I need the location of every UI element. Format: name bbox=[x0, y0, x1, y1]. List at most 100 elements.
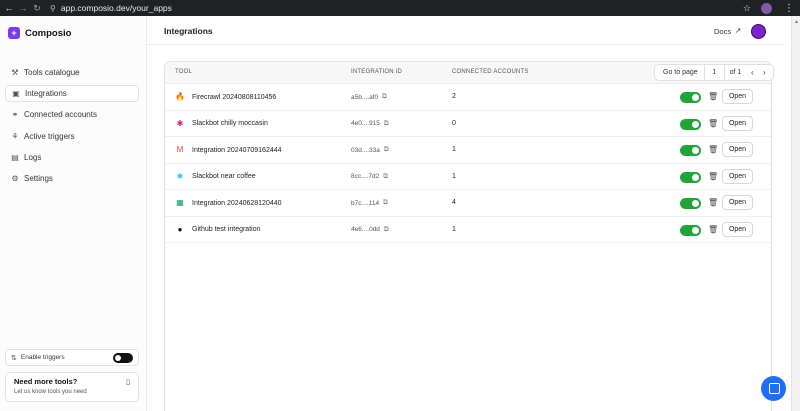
sidebar: + Composio ⚒ Tools catalogue ▣ Integrations… bbox=[0, 16, 147, 411]
sidebar-item-settings[interactable]: ⚙ Settings bbox=[5, 170, 139, 187]
brand[interactable]: + Composio bbox=[8, 27, 71, 39]
firecrawl-icon: 🔥 bbox=[175, 92, 185, 101]
page-title: Integrations bbox=[164, 26, 213, 36]
bookmark-star-icon[interactable]: ☆ bbox=[743, 3, 751, 14]
sidebar-item-label: Connected accounts bbox=[24, 110, 97, 120]
link-icon: ⚭ bbox=[11, 110, 19, 120]
trash-icon[interactable]: 🗑 bbox=[708, 119, 718, 128]
forward-arrow-icon[interactable]: → bbox=[16, 3, 30, 13]
go-to-page-label: Go to page bbox=[655, 65, 705, 80]
back-arrow-icon[interactable]: ← bbox=[2, 3, 16, 13]
integration-id-cell: 4e6....0dd ⧉ bbox=[351, 226, 389, 234]
tools-icon: ⚒ bbox=[11, 68, 19, 77]
integration-id-cell: a5b....af0 ⧉ bbox=[351, 93, 387, 101]
tool-name: Integration 20240628120440 bbox=[192, 199, 282, 207]
integration-enabled-switch[interactable] bbox=[680, 92, 701, 103]
integration-enabled-switch[interactable] bbox=[680, 118, 701, 130]
trash-icon[interactable]: 🗑 bbox=[708, 92, 718, 101]
sidebar-item-label: Tools catalogue bbox=[24, 68, 80, 77]
enable-triggers-switch[interactable] bbox=[113, 352, 133, 363]
open-button[interactable]: Open bbox=[722, 221, 753, 237]
site-info-icon[interactable]: ⚲ bbox=[50, 4, 56, 13]
integration-id-cell: 03d....33a ⧉ bbox=[351, 146, 389, 154]
trash-icon[interactable]: 🗑 bbox=[708, 145, 718, 154]
sidebar-item-integrations[interactable]: ▣ Integrations bbox=[5, 85, 139, 103]
address-bar[interactable]: ⚲ app.composio.dev/your_apps bbox=[50, 1, 172, 15]
integrations-icon: ▣ bbox=[12, 89, 20, 99]
document-icon: ▯ bbox=[126, 379, 130, 386]
tool-cell: ✱ Slackbot chilly moccasin bbox=[175, 119, 268, 129]
tool-cell: ▦ Integration 20240628120440 bbox=[175, 198, 282, 208]
external-link-icon[interactable]: ↗ bbox=[735, 26, 741, 35]
sidebar-item-label: Logs bbox=[24, 152, 42, 162]
scroll-up-icon[interactable]: ▲ bbox=[794, 19, 799, 25]
copy-icon[interactable]: ⧉ bbox=[383, 173, 388, 181]
page-number-input[interactable]: 1 bbox=[705, 65, 725, 80]
need-more-tools-card[interactable]: Need more tools? Let us know tools you n… bbox=[5, 372, 139, 402]
sidebar-item-tools-catalogue[interactable]: ⚒ Tools catalogue bbox=[5, 64, 139, 81]
pagination: Go to page 1 of 1 ‹ › bbox=[654, 64, 774, 81]
integration-id-cell: 4e0....915 ⧉ bbox=[351, 120, 389, 128]
gmail-icon: M bbox=[176, 145, 184, 154]
user-avatar[interactable] bbox=[751, 24, 766, 39]
connected-accounts-count: 2 bbox=[452, 93, 456, 100]
tool-cell: M Integration 20240709162444 bbox=[175, 145, 282, 155]
github-icon: ● bbox=[177, 224, 183, 234]
profile-avatar[interactable] bbox=[761, 2, 772, 14]
main-content: Integrations Docs ↗ TOOL INTEGRATION ID … bbox=[148, 16, 785, 411]
integration-id: b7c....114 bbox=[351, 199, 380, 207]
integration-id: 4e0....915 bbox=[351, 120, 380, 127]
chat-support-button[interactable] bbox=[761, 376, 786, 401]
connected-accounts-count: 4 bbox=[452, 199, 456, 206]
need-more-tools-subtitle: Let us know tools you need bbox=[14, 389, 87, 395]
table-row: ● Github test integration 4e6....0dd ⧉ 1 🗑 Ope… bbox=[165, 217, 771, 243]
open-button[interactable]: Open bbox=[722, 89, 753, 104]
url-text[interactable]: app.composio.dev/your_apps bbox=[61, 3, 172, 13]
table-row: ▦ Integration 20240628120440 b7c....114 ⧉ 4 🗑… bbox=[165, 190, 771, 217]
connected-accounts-count: 1 bbox=[452, 225, 456, 233]
sidebar-item-logs[interactable]: ▤ Logs bbox=[5, 149, 139, 166]
integration-enabled-switch[interactable] bbox=[680, 171, 701, 183]
column-header-connected-accounts: CONNECTED ACCOUNTS bbox=[452, 69, 529, 75]
integration-id-cell: 8cc....7d2 ⧉ bbox=[351, 173, 388, 181]
integrations-table: TOOL INTEGRATION ID CONNECTED ACCOUNTS G… bbox=[164, 61, 774, 411]
reload-icon[interactable]: ↻ bbox=[30, 3, 44, 14]
sidebar-item-label: Settings bbox=[24, 173, 53, 183]
copy-icon[interactable]: ⧉ bbox=[383, 199, 388, 207]
trash-icon[interactable]: 🗑 bbox=[708, 225, 718, 234]
browser-menu-icon[interactable]: ⋮ bbox=[784, 3, 794, 14]
integration-enabled-switch[interactable] bbox=[680, 224, 701, 236]
sidebar-item-connected-accounts[interactable]: ⚭ Connected accounts bbox=[5, 106, 139, 123]
open-button[interactable]: Open bbox=[722, 168, 753, 184]
copy-icon[interactable]: ⧉ bbox=[384, 146, 389, 154]
google-sheets-icon: ▦ bbox=[176, 198, 184, 207]
open-button[interactable]: Open bbox=[722, 195, 753, 210]
page-total: of 1 bbox=[729, 69, 742, 76]
connected-accounts-count: 1 bbox=[452, 146, 456, 153]
next-page-icon[interactable]: › bbox=[758, 68, 770, 77]
slack-icon: ✱ bbox=[176, 118, 184, 128]
page-scrollbar[interactable]: ▲ bbox=[791, 16, 800, 411]
prev-page-icon[interactable]: ‹ bbox=[746, 68, 758, 77]
sidebar-item-label: Integrations bbox=[25, 89, 67, 99]
open-button[interactable]: Open bbox=[722, 115, 753, 131]
integration-id: 4e6....0dd bbox=[351, 226, 380, 233]
table-row: ✱ Slackbot near coffee 8cc....7d2 ⧉ 1 🗑 Open bbox=[165, 164, 771, 190]
integration-enabled-switch[interactable] bbox=[680, 145, 701, 156]
trash-icon[interactable]: 🗑 bbox=[708, 198, 718, 207]
trash-icon[interactable]: 🗑 bbox=[708, 172, 718, 181]
sidebar-item-active-triggers[interactable]: ⚘ Active triggers bbox=[5, 128, 139, 145]
copy-icon[interactable]: ⧉ bbox=[382, 93, 387, 101]
tool-name: Slackbot near coffee bbox=[192, 173, 256, 180]
sidebar-item-label: Active triggers bbox=[24, 131, 75, 141]
connected-accounts-count: 1 bbox=[452, 172, 456, 180]
copy-icon[interactable]: ⧉ bbox=[384, 226, 389, 234]
tool-name: Slackbot chilly moccasin bbox=[192, 120, 268, 127]
open-button[interactable]: Open bbox=[722, 142, 753, 157]
table-row: M Integration 20240709162444 03d....33a ⧉ 1 🗑… bbox=[165, 137, 771, 164]
table-header: TOOL INTEGRATION ID CONNECTED ACCOUNTS G… bbox=[165, 62, 774, 84]
gear-icon: ⚙ bbox=[11, 173, 19, 183]
docs-link[interactable]: Docs bbox=[714, 27, 731, 36]
copy-icon[interactable]: ⧉ bbox=[384, 120, 389, 128]
integration-enabled-switch[interactable] bbox=[680, 198, 701, 209]
